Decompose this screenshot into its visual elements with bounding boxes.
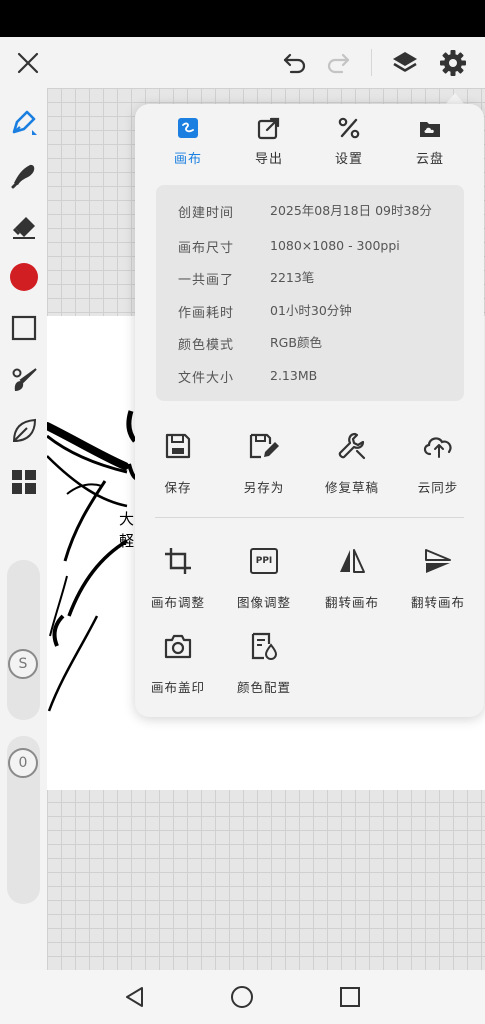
ppi-icon: PPI	[250, 548, 278, 574]
info-value: 2213笔	[270, 270, 315, 285]
settings-icon[interactable]	[433, 37, 473, 88]
popup-divider	[155, 517, 464, 518]
color-swatch[interactable]	[0, 257, 47, 297]
system-nav-bar	[0, 970, 485, 1024]
cloud-sync-button[interactable]: 云同步	[395, 429, 481, 509]
action-label: 颜色配置	[236, 680, 291, 695]
size-slider-knob[interactable]: S	[8, 649, 38, 679]
save-as-button[interactable]: 另存为	[221, 429, 307, 509]
leaf-icon[interactable]	[0, 411, 47, 451]
opacity-slider-knob[interactable]: 0	[8, 748, 38, 778]
flip-horizontal-icon	[340, 549, 365, 573]
info-value: 2025年08月18日 09时38分	[270, 203, 432, 218]
info-key: 作画耗时	[178, 306, 235, 321]
color-config-icon	[251, 632, 278, 660]
selection-icon[interactable]	[0, 308, 47, 348]
repair-draft-button[interactable]: 修复草稿	[309, 429, 395, 509]
canvas-adjust-button[interactable]: 画布调整	[135, 544, 221, 624]
canvas-stamp-button[interactable]: 画布盖印	[135, 629, 221, 709]
action-label: 画布盖印	[150, 680, 205, 695]
pen-icon[interactable]	[0, 103, 47, 143]
opacity-slider-label: 0	[18, 755, 28, 771]
top-bar	[0, 37, 485, 88]
tab-settings[interactable]: 设置	[309, 116, 389, 176]
cloud-drive-icon	[420, 122, 440, 137]
canvas-info-panel: 创建时间 2025年08月18日 09时38分 画布尺寸 1080×1080 -…	[156, 185, 464, 401]
info-value: 01小时30分钟	[270, 303, 352, 318]
color-config-button[interactable]: 颜色配置	[221, 629, 307, 709]
info-value: 2.13MB	[270, 368, 318, 383]
info-key: 一共画了	[178, 273, 235, 288]
canvas-icon	[178, 118, 198, 138]
settings-percent-icon	[338, 117, 360, 139]
tab-label: 画布	[173, 152, 202, 167]
brush-settings-icon[interactable]	[0, 360, 47, 400]
tab-label: 设置	[334, 152, 363, 167]
info-key: 画布尺寸	[178, 241, 235, 256]
sketch-text-fragment: 大	[119, 510, 134, 528]
info-key: 文件大小	[178, 371, 235, 386]
action-label: 保存	[164, 480, 192, 495]
flip-canvas-horizontal-button[interactable]: 翻转画布	[309, 544, 395, 624]
eraser-icon[interactable]	[0, 207, 47, 247]
recents-icon[interactable]	[320, 970, 380, 1024]
cloud-sync-icon	[423, 437, 452, 458]
action-label: 云同步	[417, 480, 459, 495]
action-label: 修复草稿	[324, 480, 379, 495]
undo-icon[interactable]	[275, 37, 315, 88]
action-label: 翻转画布	[410, 595, 465, 610]
redo-icon[interactable]	[318, 37, 358, 88]
flip-canvas-vertical-button[interactable]: 翻转画布	[395, 544, 481, 624]
left-toolbar: S 0	[0, 88, 47, 970]
toolbar-divider	[371, 49, 372, 76]
layers-icon[interactable]	[385, 37, 425, 88]
tab-export[interactable]: 导出	[229, 116, 309, 176]
home-icon[interactable]	[212, 970, 272, 1024]
action-label: 另存为	[243, 480, 285, 495]
export-icon	[257, 117, 280, 140]
back-icon[interactable]	[105, 970, 165, 1024]
status-bar	[0, 0, 485, 37]
image-adjust-button[interactable]: PPI 图像调整	[221, 544, 307, 624]
action-label: 翻转画布	[324, 595, 379, 610]
info-value: 1080×1080 - 300ppi	[270, 238, 400, 253]
tab-canvas[interactable]: 画布	[148, 116, 228, 176]
action-label: 画布调整	[150, 595, 205, 610]
save-icon	[165, 433, 191, 459]
tab-label: 云盘	[415, 152, 444, 167]
info-key: 颜色模式	[178, 338, 235, 353]
gallery-icon[interactable]	[0, 462, 47, 502]
repair-icon	[338, 432, 366, 460]
tab-label: 导出	[254, 152, 283, 167]
crop-icon	[165, 548, 191, 574]
smudge-icon[interactable]	[0, 155, 47, 195]
size-slider-label: S	[18, 656, 28, 672]
canvas-info-popup: 画布 导出 设置 云盘 创建时间 2025年08月18日 09时38分 画布尺寸…	[135, 104, 484, 717]
close-icon[interactable]	[8, 37, 48, 88]
sketch-text-fragment: 軽	[119, 532, 134, 550]
camera-icon	[164, 634, 192, 659]
save-button[interactable]: 保存	[135, 429, 221, 509]
tab-cloud-drive[interactable]: 云盘	[390, 116, 470, 176]
info-value: RGB颜色	[270, 335, 322, 350]
flip-vertical-icon	[425, 549, 451, 573]
save-as-icon	[249, 433, 279, 459]
info-key: 创建时间	[178, 206, 235, 221]
action-label: 图像调整	[236, 595, 291, 610]
size-slider[interactable]	[7, 560, 40, 720]
